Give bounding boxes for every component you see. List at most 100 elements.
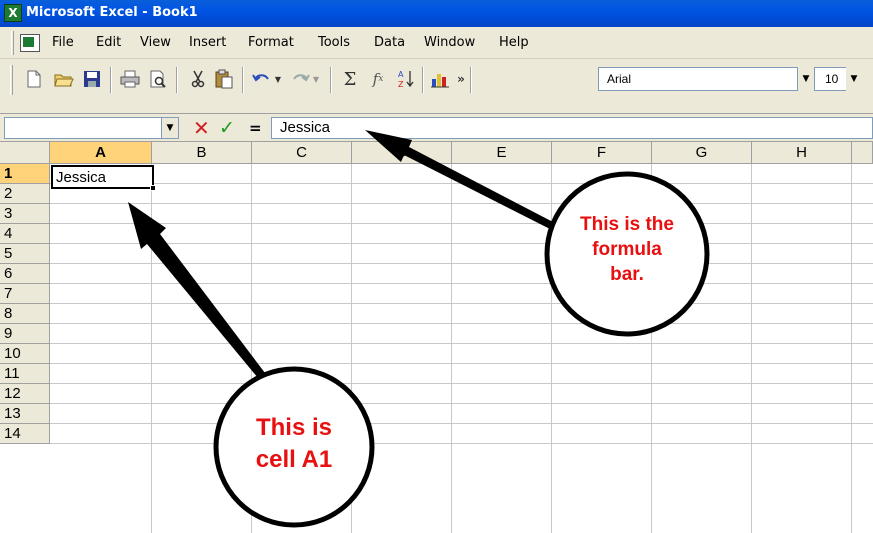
- menu-format[interactable]: Format: [248, 35, 294, 50]
- cell-a1-callout-text: This is cell A1: [214, 412, 374, 476]
- svg-text:Z: Z: [398, 80, 404, 89]
- gridline-horizontal: [50, 183, 873, 184]
- gridline-horizontal: [50, 403, 873, 404]
- row-header-7[interactable]: 7: [0, 284, 50, 304]
- gridline-horizontal: [50, 263, 873, 264]
- menu-data[interactable]: Data: [374, 35, 405, 50]
- undo-dropdown-icon[interactable]: ▼: [272, 67, 284, 91]
- formula-bar-callout-line-2: formula: [592, 239, 662, 260]
- row-header-10[interactable]: 10: [0, 344, 50, 364]
- gridline-vertical: [151, 164, 152, 533]
- name-box-dropdown-icon[interactable]: ▼: [161, 117, 179, 139]
- cell-a1[interactable]: Jessica: [51, 165, 156, 191]
- column-header-b[interactable]: B: [152, 142, 252, 164]
- gridline-horizontal: [50, 223, 873, 224]
- toolbar-separator: [422, 67, 424, 93]
- row-header-6[interactable]: 6: [0, 264, 50, 284]
- cell-a1-callout-line-2: cell A1: [255, 446, 333, 473]
- menu-edit[interactable]: Edit: [96, 35, 121, 50]
- toolbar-options-icon[interactable]: »: [454, 67, 468, 91]
- column-header-e[interactable]: E: [452, 142, 552, 164]
- name-box[interactable]: [4, 117, 178, 139]
- row-header-9[interactable]: 9: [0, 324, 50, 344]
- sort-ascending-icon[interactable]: AZ: [394, 67, 418, 91]
- formula-input[interactable]: Jessica: [271, 117, 873, 139]
- menu-tools[interactable]: Tools: [318, 35, 350, 50]
- chart-wizard-icon[interactable]: [428, 67, 452, 91]
- column-header-d[interactable]: D: [352, 142, 452, 164]
- new-icon[interactable]: [22, 67, 46, 91]
- row-header-13[interactable]: 13: [0, 404, 50, 424]
- standard-toolbar: ▼ ▼ Σ fx AZ » Arial ▼ 10 ▼: [0, 59, 873, 114]
- gridline-vertical: [351, 164, 352, 533]
- gridline-horizontal: [50, 443, 873, 444]
- font-size-dropdown-icon[interactable]: ▼: [846, 67, 862, 91]
- column-header-f[interactable]: F: [552, 142, 652, 164]
- gridline-vertical: [451, 164, 452, 533]
- function-icon[interactable]: fx: [366, 67, 390, 91]
- gridline-vertical: [751, 164, 752, 533]
- gridline-horizontal: [50, 323, 873, 324]
- print-preview-icon[interactable]: [146, 67, 170, 91]
- menu-view[interactable]: View: [140, 35, 171, 50]
- cell-a1-value: Jessica: [56, 169, 107, 186]
- menu-grip[interactable]: [11, 31, 14, 55]
- column-header-partial[interactable]: [852, 142, 873, 164]
- formula-bar-callout-line-3: bar.: [610, 264, 644, 285]
- formula-bar-callout-text: This is the formula bar.: [547, 212, 707, 287]
- column-header-h[interactable]: H: [752, 142, 852, 164]
- menu-insert[interactable]: Insert: [189, 35, 226, 50]
- menu-file[interactable]: File: [52, 35, 74, 50]
- row-header-2[interactable]: 2: [0, 184, 50, 204]
- save-icon[interactable]: [80, 67, 104, 91]
- row-header-3[interactable]: 3: [0, 204, 50, 224]
- title-bar: X Microsoft Excel - Book1: [0, 0, 873, 27]
- fill-handle[interactable]: [150, 185, 156, 191]
- undo-icon[interactable]: [250, 67, 274, 91]
- redo-dropdown-icon[interactable]: ▼: [310, 67, 322, 91]
- menu-bar: File Edit View Insert Format Tools Data …: [0, 27, 873, 59]
- window-title: Microsoft Excel - Book1: [26, 5, 198, 20]
- menu-window[interactable]: Window: [424, 35, 475, 50]
- column-header-a[interactable]: A: [50, 142, 152, 164]
- enter-check-icon[interactable]: ✓: [219, 116, 235, 140]
- svg-text:A: A: [398, 70, 404, 79]
- row-header-14[interactable]: 14: [0, 424, 50, 444]
- menu-help[interactable]: Help: [499, 35, 529, 50]
- toolbar-separator: [242, 67, 244, 93]
- gridline-horizontal: [50, 283, 873, 284]
- row-header-5[interactable]: 5: [0, 244, 50, 264]
- gridline-horizontal: [50, 203, 873, 204]
- toolbar-separator: [470, 67, 472, 93]
- worksheet-grid: ABCDEFGH 1 2 3 4 5 6 7 8 9 10 11 12 13 14 Jessica: [0, 142, 873, 533]
- redo-icon[interactable]: [288, 67, 312, 91]
- cancel-icon[interactable]: ✕: [193, 116, 210, 140]
- excel-app-icon[interactable]: X: [4, 4, 22, 22]
- toolbar-grip[interactable]: [10, 65, 13, 95]
- select-all-corner[interactable]: [0, 142, 50, 164]
- equals-label[interactable]: =: [249, 116, 262, 140]
- gridline-horizontal: [50, 303, 873, 304]
- cut-icon[interactable]: [186, 67, 210, 91]
- gridline-horizontal: [50, 423, 873, 424]
- toolbar-separator: [110, 67, 112, 93]
- paste-icon[interactable]: [212, 67, 236, 91]
- print-icon[interactable]: [118, 67, 142, 91]
- formula-bar-callout-line-1: This is the: [580, 214, 674, 235]
- row-header-4[interactable]: 4: [0, 224, 50, 244]
- row-header-12[interactable]: 12: [0, 384, 50, 404]
- gridline-horizontal: [50, 383, 873, 384]
- row-header-11[interactable]: 11: [0, 364, 50, 384]
- font-name-dropdown-icon[interactable]: ▼: [798, 67, 814, 91]
- cell-a1-callout-line-1: This is: [255, 414, 333, 441]
- gridline-vertical: [851, 164, 852, 533]
- row-header-8[interactable]: 8: [0, 304, 50, 324]
- formula-bar: ▼ ✕ ✓ = Jessica: [0, 114, 873, 142]
- column-header-c[interactable]: C: [252, 142, 352, 164]
- autosum-icon[interactable]: Σ: [338, 67, 362, 91]
- row-header-1[interactable]: 1: [0, 164, 50, 184]
- font-name-select[interactable]: Arial: [598, 67, 798, 91]
- open-icon[interactable]: [52, 67, 76, 91]
- workbook-icon[interactable]: [20, 34, 40, 52]
- column-header-g[interactable]: G: [652, 142, 752, 164]
